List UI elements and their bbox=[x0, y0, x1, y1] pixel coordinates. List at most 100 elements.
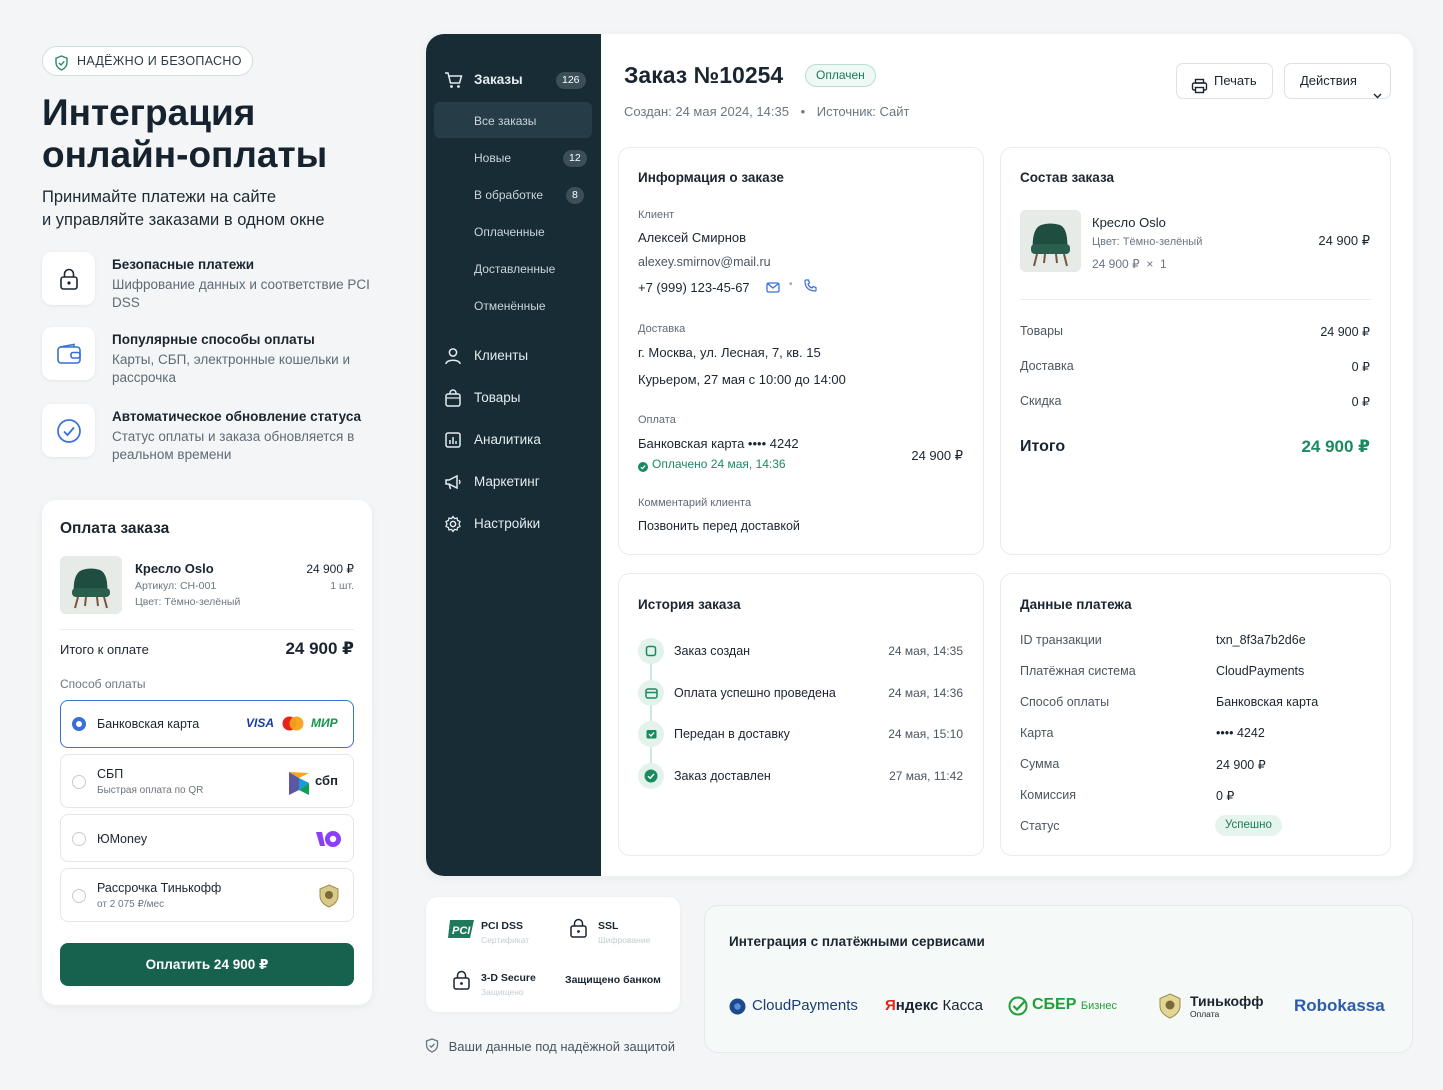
composition-item-image bbox=[1020, 210, 1081, 272]
bank-protected-label: Защищено банком bbox=[565, 974, 661, 986]
product-name: Кресло Oslo bbox=[135, 561, 214, 576]
tinkoff-logo-sub: Оплата bbox=[1190, 1009, 1220, 1019]
phone-icon[interactable] bbox=[804, 279, 817, 297]
history-time: 24 мая, 14:35 bbox=[888, 644, 963, 658]
order-title: Заказ №10254 bbox=[624, 62, 784, 88]
fee-value: 0 ₽ bbox=[1216, 789, 1235, 803]
option-tinkoff-installment[interactable]: Рассрочка Тинькофф от 2 075 ₽/мес bbox=[60, 868, 354, 922]
user-icon bbox=[444, 347, 462, 368]
total-value: 24 900 ₽ bbox=[285, 639, 354, 658]
tinkoff-emblem-icon bbox=[317, 884, 341, 913]
ssl-label: SSL bbox=[598, 920, 619, 932]
wallet-icon bbox=[42, 327, 95, 380]
gear-icon bbox=[444, 515, 462, 536]
card-label: Карта bbox=[1020, 726, 1054, 740]
sidebar-item-settings[interactable]: Настройки bbox=[444, 515, 594, 536]
yandex-kassa-logo: Яндекс Касса bbox=[885, 997, 983, 1014]
payment-method: Банковская карта •••• 4242 bbox=[638, 436, 799, 451]
history-time: 27 мая, 11:42 bbox=[889, 769, 963, 783]
payment-label: Оплата bbox=[638, 414, 676, 426]
comment-label: Комментарий клиента bbox=[638, 497, 752, 509]
sidebar-item-processing[interactable]: В обработке bbox=[474, 188, 543, 202]
delivery-cost-label: Доставка bbox=[1020, 359, 1074, 373]
payment-status-badge: Успешно bbox=[1215, 815, 1282, 836]
processing-count-badge: 8 bbox=[566, 187, 584, 204]
actions-dropdown[interactable]: Действия bbox=[1284, 63, 1391, 99]
printer-icon bbox=[1191, 73, 1208, 107]
sidebar: Заказы 126 Все заказы Новые 12 В обработ… bbox=[426, 34, 601, 876]
fee-label: Комиссия bbox=[1020, 788, 1077, 802]
client-name: Алексей Смирнов bbox=[638, 230, 747, 245]
product-article: Артикул: CH-001 bbox=[135, 580, 217, 592]
radio[interactable] bbox=[72, 832, 86, 846]
payment-system-value: CloudPayments bbox=[1216, 664, 1305, 678]
sidebar-item-orders[interactable]: Заказы 126 bbox=[444, 72, 594, 92]
transaction-id-label: ID транзакции bbox=[1020, 633, 1102, 647]
product-price: 24 900 ₽ bbox=[306, 562, 354, 576]
pci-dss-sub: Сертификат bbox=[481, 935, 530, 945]
payment-data-panel: Данные платежа ID транзакции txn_8f3a7b2… bbox=[1000, 573, 1391, 856]
timeline-dot-created bbox=[638, 638, 664, 664]
client-label: Клиент bbox=[638, 209, 675, 221]
admin-panel: Заказы 126 Все заказы Новые 12 В обработ… bbox=[426, 34, 1413, 876]
megaphone-icon bbox=[444, 473, 462, 494]
composition-item-qty: 24 900 ₽ × 1 bbox=[1092, 257, 1167, 271]
delivery-cost-value: 0 ₽ bbox=[1351, 360, 1370, 374]
order-main: Заказ №10254 Оплачен Создан: 24 мая 2024… bbox=[601, 34, 1413, 876]
sidebar-item-analytics[interactable]: Аналитика bbox=[444, 432, 594, 452]
sidebar-item-cancelled[interactable]: Отменённые bbox=[474, 299, 546, 313]
composition-total-value: 24 900 ₽ bbox=[1301, 437, 1370, 456]
tinkoff-logo-icon bbox=[1157, 993, 1183, 1024]
client-email[interactable]: alexey.smirnov@mail.ru bbox=[638, 255, 771, 269]
amount-value: 24 900 ₽ bbox=[1216, 758, 1266, 772]
radio[interactable] bbox=[72, 775, 86, 789]
transaction-id-value: txn_8f3a7b2d6e bbox=[1216, 633, 1306, 647]
sidebar-item-products[interactable]: Товары bbox=[444, 389, 594, 410]
composition-total-label: Итого bbox=[1020, 438, 1066, 455]
payment-data-title: Данные платежа bbox=[1020, 597, 1132, 612]
lock-icon bbox=[42, 252, 95, 305]
lock-icon bbox=[569, 918, 588, 944]
print-button[interactable]: Печать bbox=[1176, 63, 1273, 99]
sidebar-item-paid[interactable]: Оплаченные bbox=[474, 225, 545, 239]
protection-note: Ваши данные под надёжной защитой bbox=[425, 1036, 675, 1054]
sidebar-item-all-orders[interactable]: Все заказы bbox=[474, 114, 536, 128]
yoomoney-logo-icon bbox=[315, 829, 343, 854]
history-event: Передан в доставку bbox=[674, 727, 790, 741]
cloudpayments-logo: CloudPayments bbox=[752, 997, 858, 1014]
security-certificates: PCI PCI DSS Сертификат SSL Шифрование 3-… bbox=[426, 897, 680, 1012]
sidebar-item-new[interactable]: Новые bbox=[474, 151, 511, 165]
padlock-icon bbox=[452, 970, 471, 996]
history-event: Оплата успешно проведена bbox=[674, 686, 836, 700]
client-phone[interactable]: +7 (999) 123-45-67 bbox=[638, 280, 750, 295]
order-info-title: Информация о заказе bbox=[638, 170, 784, 185]
payment-system-label: Платёжная система bbox=[1020, 664, 1136, 678]
orders-count-badge: 126 bbox=[556, 72, 586, 89]
pay-button[interactable]: Оплатить 24 900 ₽ bbox=[60, 943, 354, 986]
radio-selected[interactable] bbox=[72, 717, 86, 731]
history-event: Заказ доставлен bbox=[674, 769, 771, 783]
three-ds-label: 3-D Secure bbox=[481, 972, 536, 984]
client-comment: Позвонить перед доставкой bbox=[638, 519, 800, 533]
integrations-title: Интеграция с платёжными сервисами bbox=[729, 934, 985, 949]
three-ds-sub: Защищено bbox=[481, 987, 524, 997]
feature-status: Автоматическое обновление статуса Статус… bbox=[42, 404, 382, 466]
option-yoomoney[interactable]: ЮMoney bbox=[60, 814, 354, 862]
history-title: История заказа bbox=[638, 597, 741, 612]
radio[interactable] bbox=[72, 889, 86, 903]
subtotal-value: 24 900 ₽ bbox=[1320, 325, 1370, 339]
sidebar-item-marketing[interactable]: Маркетинг bbox=[444, 474, 594, 494]
sidebar-item-delivered[interactable]: Доставленные bbox=[474, 262, 555, 276]
history-event: Заказ создан bbox=[674, 644, 751, 658]
product-qty: 1 шт. bbox=[330, 580, 354, 592]
separator-dot: • bbox=[789, 279, 793, 290]
sidebar-item-clients[interactable]: Клиенты bbox=[444, 348, 594, 368]
method-label: Способ оплаты bbox=[60, 677, 146, 691]
ssl-sub: Шифрование bbox=[598, 935, 651, 945]
shield-icon bbox=[425, 1038, 439, 1056]
option-sbp[interactable]: СБП Быстрая оплата по QR сбп bbox=[60, 754, 354, 808]
mail-icon[interactable] bbox=[766, 280, 780, 298]
option-bank-card[interactable]: Банковская карта VISA МИР bbox=[60, 700, 354, 748]
discount-label: Скидка bbox=[1020, 394, 1062, 408]
timeline-dot-delivered bbox=[638, 763, 664, 789]
